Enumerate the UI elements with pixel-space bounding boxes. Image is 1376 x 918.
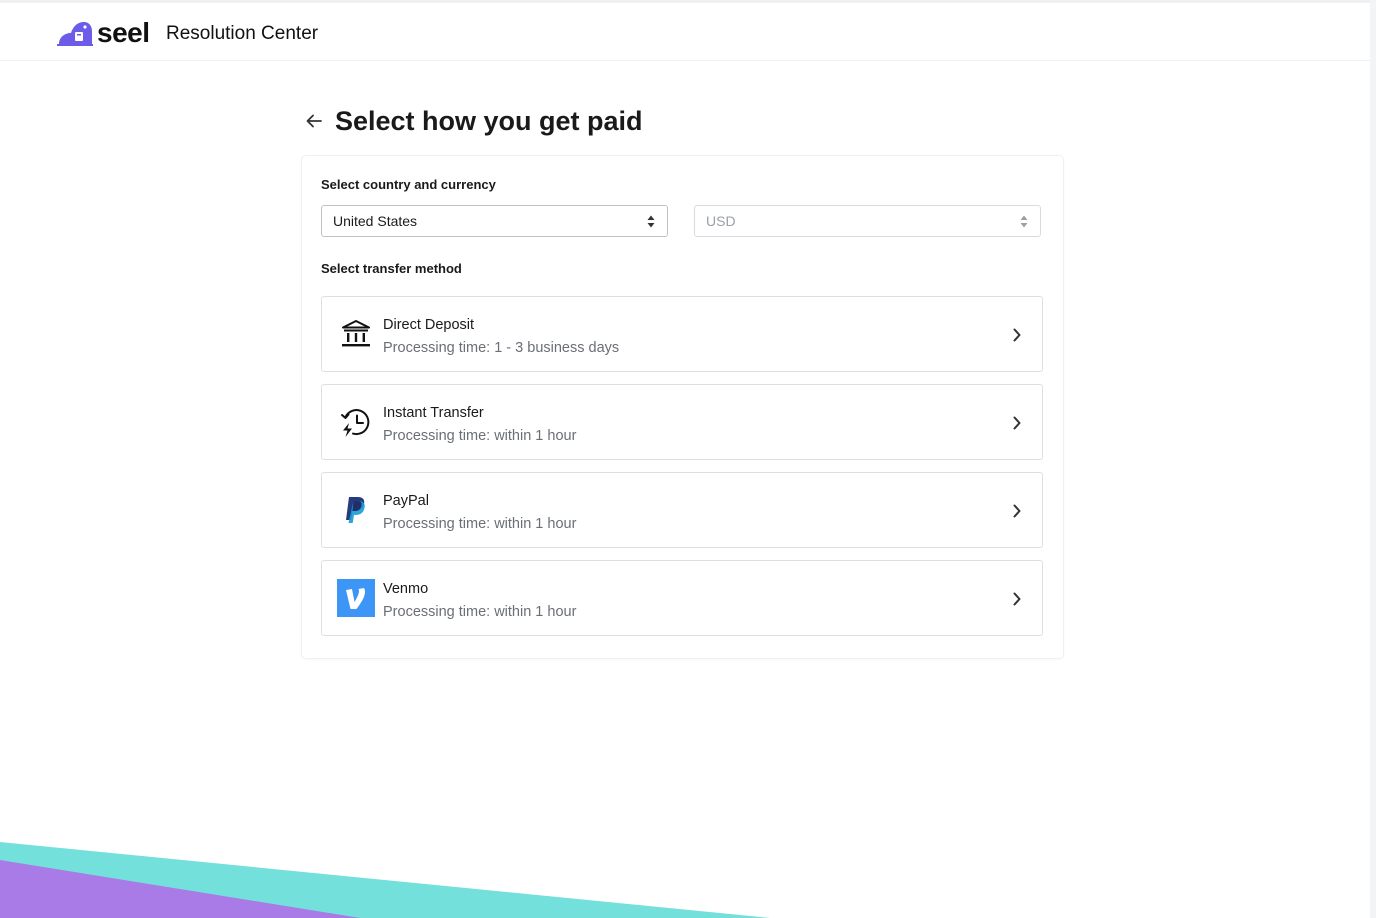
app-header: seel Resolution Center: [0, 3, 1370, 61]
country-select-value: United States: [333, 213, 418, 229]
method-paypal[interactable]: PayPal Processing time: within 1 hour: [321, 472, 1043, 548]
chevron-right-icon: [1013, 504, 1021, 518]
country-select[interactable]: United States: [321, 205, 668, 237]
chevron-right-icon: [1013, 592, 1021, 606]
instant-transfer-icon: [337, 403, 375, 441]
method-name: Instant Transfer: [383, 405, 484, 421]
seel-logo[interactable]: seel: [57, 19, 150, 47]
bank-icon: [337, 315, 375, 353]
chevron-right-icon: [1013, 416, 1021, 430]
method-processing-time: Processing time: within 1 hour: [383, 604, 577, 620]
page-title: Select how you get paid: [335, 106, 643, 136]
select-arrows-icon: [1020, 215, 1028, 228]
method-name: PayPal: [383, 493, 429, 509]
select-arrows-icon: [647, 215, 655, 228]
method-venmo[interactable]: Venmo Processing time: within 1 hour: [321, 560, 1043, 636]
currency-select-value: USD: [706, 213, 736, 229]
header-title: Resolution Center: [166, 23, 319, 44]
method-processing-time: Processing time: within 1 hour: [383, 516, 577, 532]
chevron-right-icon: [1013, 328, 1021, 342]
back-arrow-icon[interactable]: [304, 111, 324, 131]
method-name: Direct Deposit: [383, 317, 475, 333]
venmo-icon: [337, 579, 375, 617]
decorative-wave: [0, 842, 770, 918]
logo-wordmark: seel: [97, 17, 150, 48]
country-currency-label: Select country and currency: [321, 177, 496, 192]
paypal-icon: [337, 491, 375, 529]
method-processing-time: Processing time: within 1 hour: [383, 428, 577, 444]
scrollbar-track[interactable]: [1370, 0, 1376, 918]
currency-select[interactable]: USD: [694, 205, 1041, 237]
payout-card: Select country and currency United State…: [302, 156, 1063, 658]
method-name: Venmo: [383, 581, 429, 597]
transfer-method-label: Select transfer method: [321, 261, 462, 276]
method-processing-time: Processing time: 1 - 3 business days: [383, 340, 620, 356]
method-direct-deposit[interactable]: Direct Deposit Processing time: 1 - 3 bu…: [321, 296, 1043, 372]
seel-mascot-icon: [57, 22, 93, 46]
method-instant-transfer[interactable]: Instant Transfer Processing time: within…: [321, 384, 1043, 460]
